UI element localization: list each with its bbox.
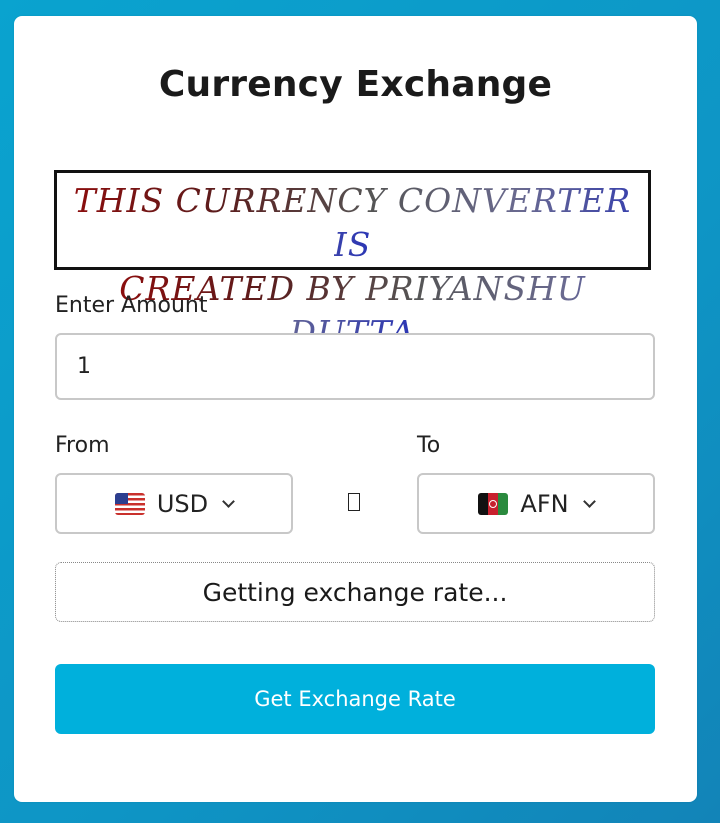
creator-banner: THIS CURRENCY CONVERTER IS CREATED BY PR…	[54, 170, 651, 352]
status-text: Getting exchange rate...	[202, 577, 508, 607]
amount-label: Enter Amount	[55, 293, 208, 318]
converter-card: Currency Exchange THIS CURRENCY CONVERTE…	[14, 16, 697, 802]
banner-line-1: THIS CURRENCY CONVERTER IS	[73, 181, 632, 264]
from-label: From	[55, 433, 110, 458]
swap-icon[interactable]	[348, 493, 360, 511]
to-currency-select[interactable]: AFN	[417, 473, 655, 534]
exchange-rate-status: Getting exchange rate...	[55, 562, 655, 622]
us-flag-icon	[114, 492, 145, 515]
chevron-down-icon	[582, 495, 596, 508]
to-label: To	[417, 433, 441, 458]
afghanistan-flag-icon	[478, 492, 509, 515]
amount-input[interactable]	[55, 333, 655, 400]
get-exchange-rate-button[interactable]: Get Exchange Rate	[55, 664, 655, 734]
from-currency-value: USD	[156, 489, 209, 518]
page-title: Currency Exchange	[158, 64, 553, 105]
from-currency-select[interactable]: USD	[55, 473, 293, 534]
chevron-down-icon	[222, 495, 236, 508]
to-currency-value: AFN	[520, 489, 569, 518]
